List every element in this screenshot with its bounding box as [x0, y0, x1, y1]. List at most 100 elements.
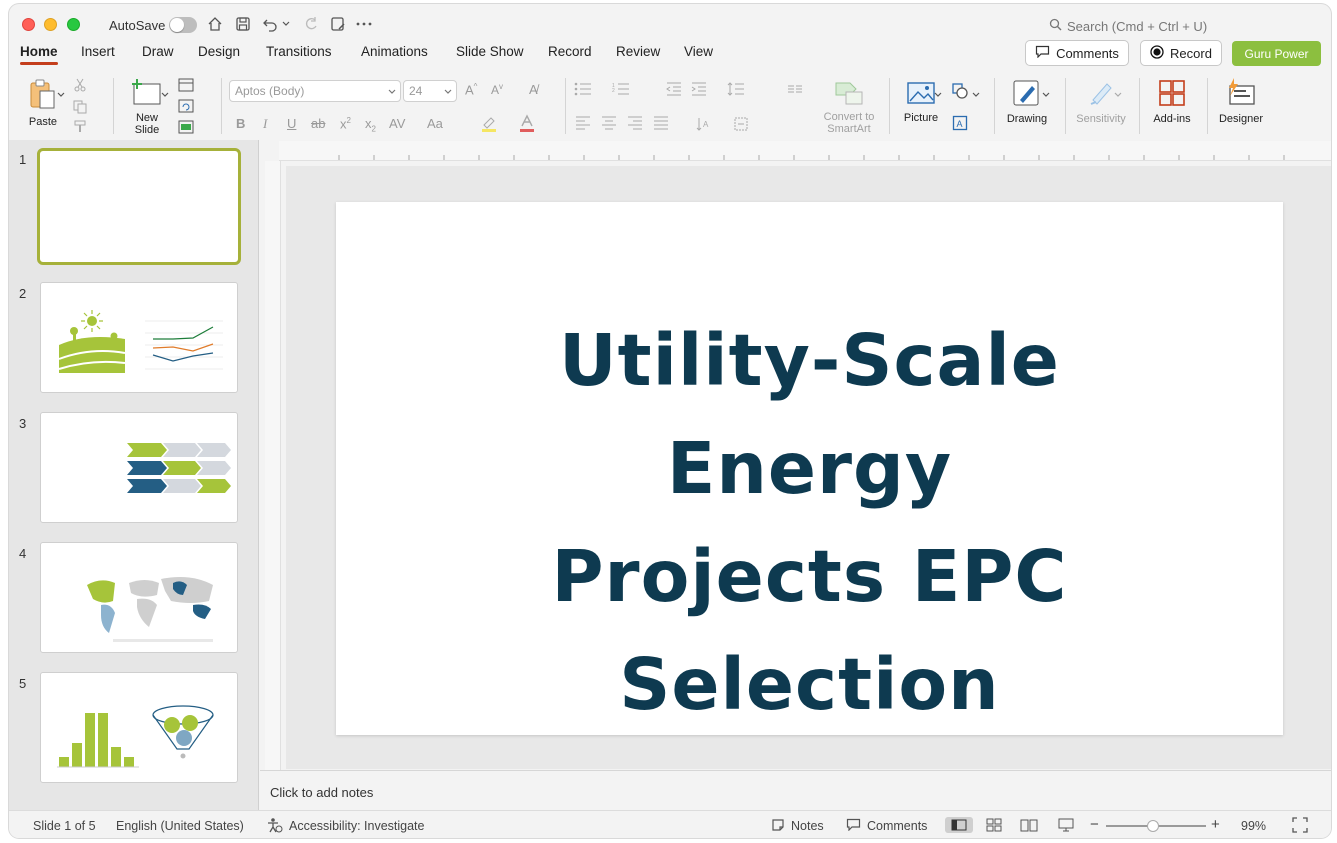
format-painter-icon[interactable] — [71, 118, 89, 136]
font-size-combo[interactable]: 24 — [403, 80, 457, 102]
zoom-out-icon[interactable]: − — [1090, 816, 1099, 833]
smartart-icon — [834, 80, 864, 109]
tab-record[interactable]: Record — [548, 44, 592, 59]
align-right-icon[interactable] — [627, 116, 643, 133]
tab-transitions[interactable]: Transitions — [266, 44, 332, 59]
zoom-in-icon[interactable]: + — [1211, 816, 1220, 833]
slide-thumbnail-5[interactable] — [40, 672, 238, 783]
add-ins-button[interactable]: Add-ins — [1147, 78, 1197, 125]
slide-sorter-view-icon[interactable] — [983, 817, 1005, 833]
thumbnail-number: 5 — [19, 676, 27, 691]
clear-formatting-icon[interactable]: A̸ — [529, 82, 538, 97]
slide-thumbnail-3[interactable] — [40, 412, 238, 523]
paste-dropdown-chevron-icon[interactable] — [57, 86, 65, 104]
tab-slide-show[interactable]: Slide Show — [456, 44, 524, 59]
convert-smartart-button[interactable]: Convert to SmartArt — [821, 80, 877, 135]
increase-font-size-icon[interactable]: A^ — [465, 82, 477, 97]
autosave-toggle[interactable] — [169, 17, 197, 33]
slide-thumbnail-4[interactable] — [40, 542, 238, 653]
redo-icon[interactable] — [302, 15, 320, 33]
align-left-icon[interactable] — [575, 116, 591, 133]
copy-icon[interactable] — [71, 98, 89, 116]
zoom-level[interactable]: 99% — [1241, 819, 1266, 833]
notes-pane[interactable]: Click to add notes — [260, 770, 1331, 810]
shapes-dropdown-chevron-icon[interactable] — [972, 86, 980, 104]
italic-icon[interactable]: I — [263, 116, 267, 132]
new-slide-dropdown-chevron-icon[interactable] — [161, 86, 169, 104]
notes-toggle[interactable]: Notes — [791, 819, 824, 833]
tab-review[interactable]: Review — [616, 44, 660, 59]
numbering-icon[interactable]: 12 — [612, 82, 630, 99]
undo-icon[interactable] — [261, 15, 279, 33]
line-spacing-icon[interactable] — [727, 82, 745, 99]
text-box-icon[interactable]: A — [951, 114, 969, 132]
drawing-dropdown-chevron-icon[interactable] — [1042, 86, 1050, 104]
tab-home[interactable]: Home — [20, 44, 58, 65]
layout-icon[interactable] — [177, 76, 195, 94]
reading-view-icon[interactable] — [1018, 817, 1040, 833]
increase-indent-icon[interactable] — [691, 82, 707, 99]
tab-insert[interactable]: Insert — [81, 44, 115, 59]
zoom-slider-thumb[interactable] — [1147, 820, 1159, 832]
new-slide-icon — [131, 78, 163, 109]
decrease-font-size-icon[interactable]: Av — [491, 82, 503, 97]
save-icon[interactable] — [234, 15, 252, 33]
slide-thumbnails-pane: 1 2 3 4 5 — [9, 140, 259, 810]
picture-dropdown-chevron-icon[interactable] — [934, 86, 942, 104]
shapes-icon[interactable] — [951, 82, 969, 100]
language-indicator[interactable]: English (United States) — [116, 819, 244, 833]
more-options-icon[interactable] — [355, 15, 373, 33]
tab-view[interactable]: View — [684, 44, 713, 59]
reset-slide-icon[interactable] — [177, 97, 195, 115]
align-center-icon[interactable] — [601, 116, 617, 133]
bold-icon[interactable]: B — [236, 116, 245, 131]
align-text-icon[interactable] — [733, 116, 749, 135]
tab-design[interactable]: Design — [198, 44, 240, 59]
tab-draw[interactable]: Draw — [142, 44, 174, 59]
comments-toggle[interactable]: Comments — [867, 819, 927, 833]
underline-icon[interactable]: U — [287, 116, 296, 131]
horizontal-ruler — [279, 141, 1331, 161]
sensitivity-button[interactable]: Sensitivity — [1071, 78, 1131, 125]
minimize-window-button[interactable] — [44, 18, 57, 31]
slide-thumbnail-1[interactable] — [37, 148, 241, 265]
slide-title-placeholder[interactable]: Utility-Scale Energy Projects EPC Select… — [406, 307, 1213, 739]
decrease-indent-icon[interactable] — [666, 82, 682, 99]
tab-animations[interactable]: Animations — [361, 44, 428, 59]
superscript-icon[interactable]: x2 — [340, 116, 351, 131]
slide-title-line: Selection — [619, 643, 1000, 726]
cut-icon[interactable] — [71, 76, 89, 94]
home-icon[interactable] — [206, 15, 224, 33]
subscript-icon[interactable]: x2 — [365, 116, 376, 134]
change-case-icon[interactable]: Aa — [427, 116, 443, 131]
close-window-button[interactable] — [22, 18, 35, 31]
record-button[interactable]: Record — [1140, 40, 1222, 66]
save-as-icon[interactable] — [329, 15, 347, 33]
columns-icon[interactable] — [787, 82, 803, 97]
undo-dropdown-chevron-icon[interactable] — [281, 15, 291, 33]
highlight-color-icon[interactable] — [480, 114, 498, 135]
strikethrough-icon[interactable]: ab — [311, 116, 325, 131]
designer-button[interactable]: Designer — [1213, 78, 1269, 125]
guru-power-button[interactable]: Guru Power — [1232, 41, 1321, 66]
comments-button[interactable]: Comments — [1025, 40, 1129, 66]
thumbnail-number: 2 — [19, 286, 27, 301]
bullets-icon[interactable] — [574, 82, 592, 99]
zoom-window-button[interactable] — [67, 18, 80, 31]
sensitivity-dropdown-chevron-icon[interactable] — [1114, 86, 1122, 104]
slide-show-view-icon[interactable] — [1055, 817, 1077, 833]
fit-to-window-icon[interactable] — [1292, 817, 1308, 836]
search-box[interactable]: Search (Cmd + Ctrl + U) — [1049, 18, 1207, 34]
svg-text:A: A — [703, 120, 709, 129]
section-icon[interactable] — [177, 118, 195, 136]
accessibility-status[interactable]: Accessibility: Investigate — [289, 819, 424, 833]
current-slide[interactable]: Utility-Scale Energy Projects EPC Select… — [336, 202, 1283, 735]
justify-icon[interactable] — [653, 116, 669, 133]
thumbnail-number: 4 — [19, 546, 27, 561]
font-name-combo[interactable]: Aptos (Body) — [229, 80, 401, 102]
slide-thumbnail-2[interactable] — [40, 282, 238, 393]
normal-view-icon[interactable] — [945, 817, 973, 833]
character-spacing-icon[interactable]: AV — [389, 116, 405, 131]
font-color-icon[interactable] — [518, 114, 536, 135]
text-direction-icon[interactable]: A — [695, 116, 711, 135]
